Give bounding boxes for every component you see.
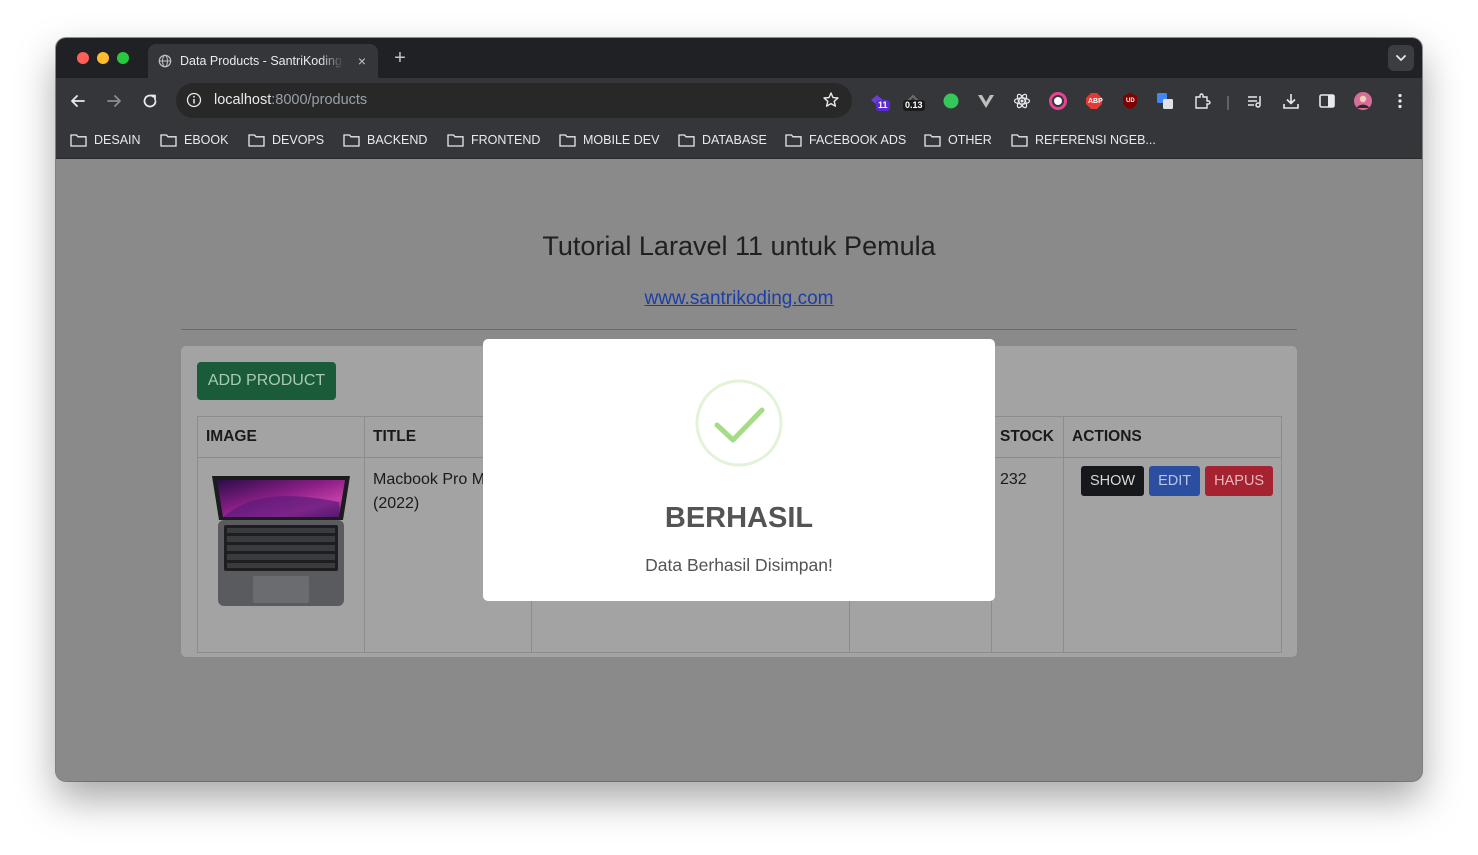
success-checkmark-icon: [695, 379, 783, 467]
bookmark-mobile-dev[interactable]: MOBILE DEV: [559, 131, 659, 149]
bookmark-label: FACEBOOK ADS: [809, 133, 907, 147]
colorpicker-extension-icon[interactable]: [1049, 92, 1067, 110]
success-modal[interactable]: BERHASIL Data Berhasil Disimpan!: [483, 339, 995, 601]
tab-close-icon[interactable]: ×: [354, 53, 370, 69]
browser-toolbar: localhost:8000/products 11 0.13 ABP UD: [56, 78, 1422, 124]
bookmark-label: DEVOPS: [272, 133, 325, 147]
toolbar-divider: [1227, 96, 1229, 110]
site-info-icon[interactable]: [186, 92, 202, 108]
bookmark-facebook-ads[interactable]: FACEBOOK ADS: [785, 131, 906, 149]
bookmark-label: FRONTEND: [471, 133, 541, 147]
tab-title: Data Products - SantriKoding: [180, 54, 342, 68]
cell-actions: SHOW EDIT HAPUS: [1063, 457, 1282, 653]
column-header-stock: STOCK: [991, 416, 1064, 458]
bookmark-label: DATABASE: [702, 133, 767, 147]
adblock-plus-label: ABP: [1088, 98, 1103, 105]
cell-image: [197, 457, 365, 653]
browser-window: Data Products - SantriKoding × + localho…: [56, 38, 1422, 781]
ublock-origin-label: UD: [1126, 98, 1135, 104]
site-link[interactable]: www.santrikoding.com: [56, 288, 1422, 310]
bookmark-other[interactable]: OTHER: [924, 131, 992, 149]
extension-2-icon[interactable]: 0.13: [903, 92, 925, 111]
globe-icon: [158, 54, 172, 68]
bookmark-star-icon[interactable]: [822, 91, 840, 109]
bookmark-label: MOBILE DEV: [583, 133, 660, 147]
menu-kebab-icon[interactable]: [1391, 92, 1409, 110]
bookmark-database[interactable]: DATABASE: [678, 131, 767, 149]
ublock-origin-icon[interactable]: UD: [1121, 92, 1139, 110]
extensions-puzzle-icon[interactable]: [1193, 92, 1211, 110]
folder-icon: [1011, 134, 1028, 147]
folder-icon: [248, 134, 265, 147]
folder-icon: [785, 134, 802, 147]
google-translate-icon[interactable]: [1156, 92, 1174, 110]
close-window-button[interactable]: [77, 52, 89, 64]
url-text[interactable]: localhost:8000/products: [214, 92, 367, 108]
edit-button[interactable]: EDIT: [1149, 466, 1201, 496]
bookmark-label: BACKEND: [367, 133, 428, 147]
reading-list-icon[interactable]: [1246, 92, 1264, 110]
show-button[interactable]: SHOW: [1081, 466, 1145, 496]
modal-title: BERHASIL: [664, 502, 814, 534]
bookmark-ebook[interactable]: EBOOK: [160, 131, 228, 149]
address-bar[interactable]: localhost:8000/products: [176, 83, 852, 118]
url-path: :8000/products: [271, 92, 368, 108]
add-product-button[interactable]: ADD PRODUCT: [197, 362, 336, 400]
extension-1-badge: 11: [876, 100, 890, 111]
folder-icon: [447, 134, 464, 147]
green-dot-extension-icon[interactable]: [942, 92, 960, 110]
cell-stock: 232: [991, 457, 1064, 653]
minimize-window-button[interactable]: [97, 52, 109, 64]
bookmark-label: REFERENSI NGEB...: [1035, 133, 1156, 147]
tab-search-button[interactable]: [1388, 45, 1414, 71]
bookmark-backend[interactable]: BACKEND: [343, 131, 427, 149]
tab-strip: Data Products - SantriKoding × +: [56, 38, 1422, 78]
new-tab-button[interactable]: +: [390, 48, 410, 68]
bookmark-desain[interactable]: DESAIN: [70, 131, 141, 149]
bookmark-label: DESAIN: [94, 133, 141, 147]
side-panel-icon[interactable]: [1318, 92, 1336, 110]
bookmark-frontend[interactable]: FRONTEND: [447, 131, 540, 149]
tab-active[interactable]: Data Products - SantriKoding ×: [148, 44, 378, 78]
url-host: localhost: [214, 92, 272, 108]
download-icon[interactable]: [1282, 92, 1300, 110]
folder-icon: [678, 134, 695, 147]
bookmarks-bar: DESAIN EBOOK DEVOPS BACKEND FRONTEND MOB…: [56, 124, 1422, 159]
maximize-window-button[interactable]: [117, 52, 129, 64]
bookmark-label: EBOOK: [184, 133, 229, 147]
adblock-plus-icon[interactable]: ABP: [1085, 92, 1103, 110]
folder-icon: [343, 134, 360, 147]
forward-arrow-icon[interactable]: [104, 91, 124, 111]
vue-devtools-icon[interactable]: [977, 92, 995, 110]
product-laptop-image: [212, 476, 350, 606]
bookmark-referensi[interactable]: REFERENSI NGEB...: [1011, 131, 1156, 149]
reload-icon[interactable]: [140, 91, 160, 111]
profile-avatar[interactable]: [1354, 92, 1372, 110]
page-title: Tutorial Laravel 11 untuk Pemula: [542, 231, 936, 261]
delete-button[interactable]: HAPUS: [1205, 466, 1274, 496]
react-devtools-icon[interactable]: [1013, 92, 1031, 110]
bookmark-label: OTHER: [948, 133, 992, 147]
folder-icon: [70, 134, 87, 147]
chevron-down-icon: [1396, 55, 1406, 61]
modal-message: Data Berhasil Disimpan!: [645, 555, 833, 575]
back-arrow-icon[interactable]: [68, 91, 88, 111]
extension-1-icon[interactable]: 11: [868, 92, 890, 111]
folder-icon: [924, 134, 941, 147]
folder-icon: [160, 134, 177, 147]
divider: [181, 329, 1297, 330]
column-header-actions: ACTIONS: [1063, 416, 1282, 458]
extension-2-badge: 0.13: [903, 100, 925, 111]
bookmark-devops[interactable]: DEVOPS: [248, 131, 324, 149]
row-actions: SHOW EDIT HAPUS: [1072, 466, 1274, 496]
folder-icon: [559, 134, 576, 147]
column-header-image: IMAGE: [197, 416, 365, 458]
